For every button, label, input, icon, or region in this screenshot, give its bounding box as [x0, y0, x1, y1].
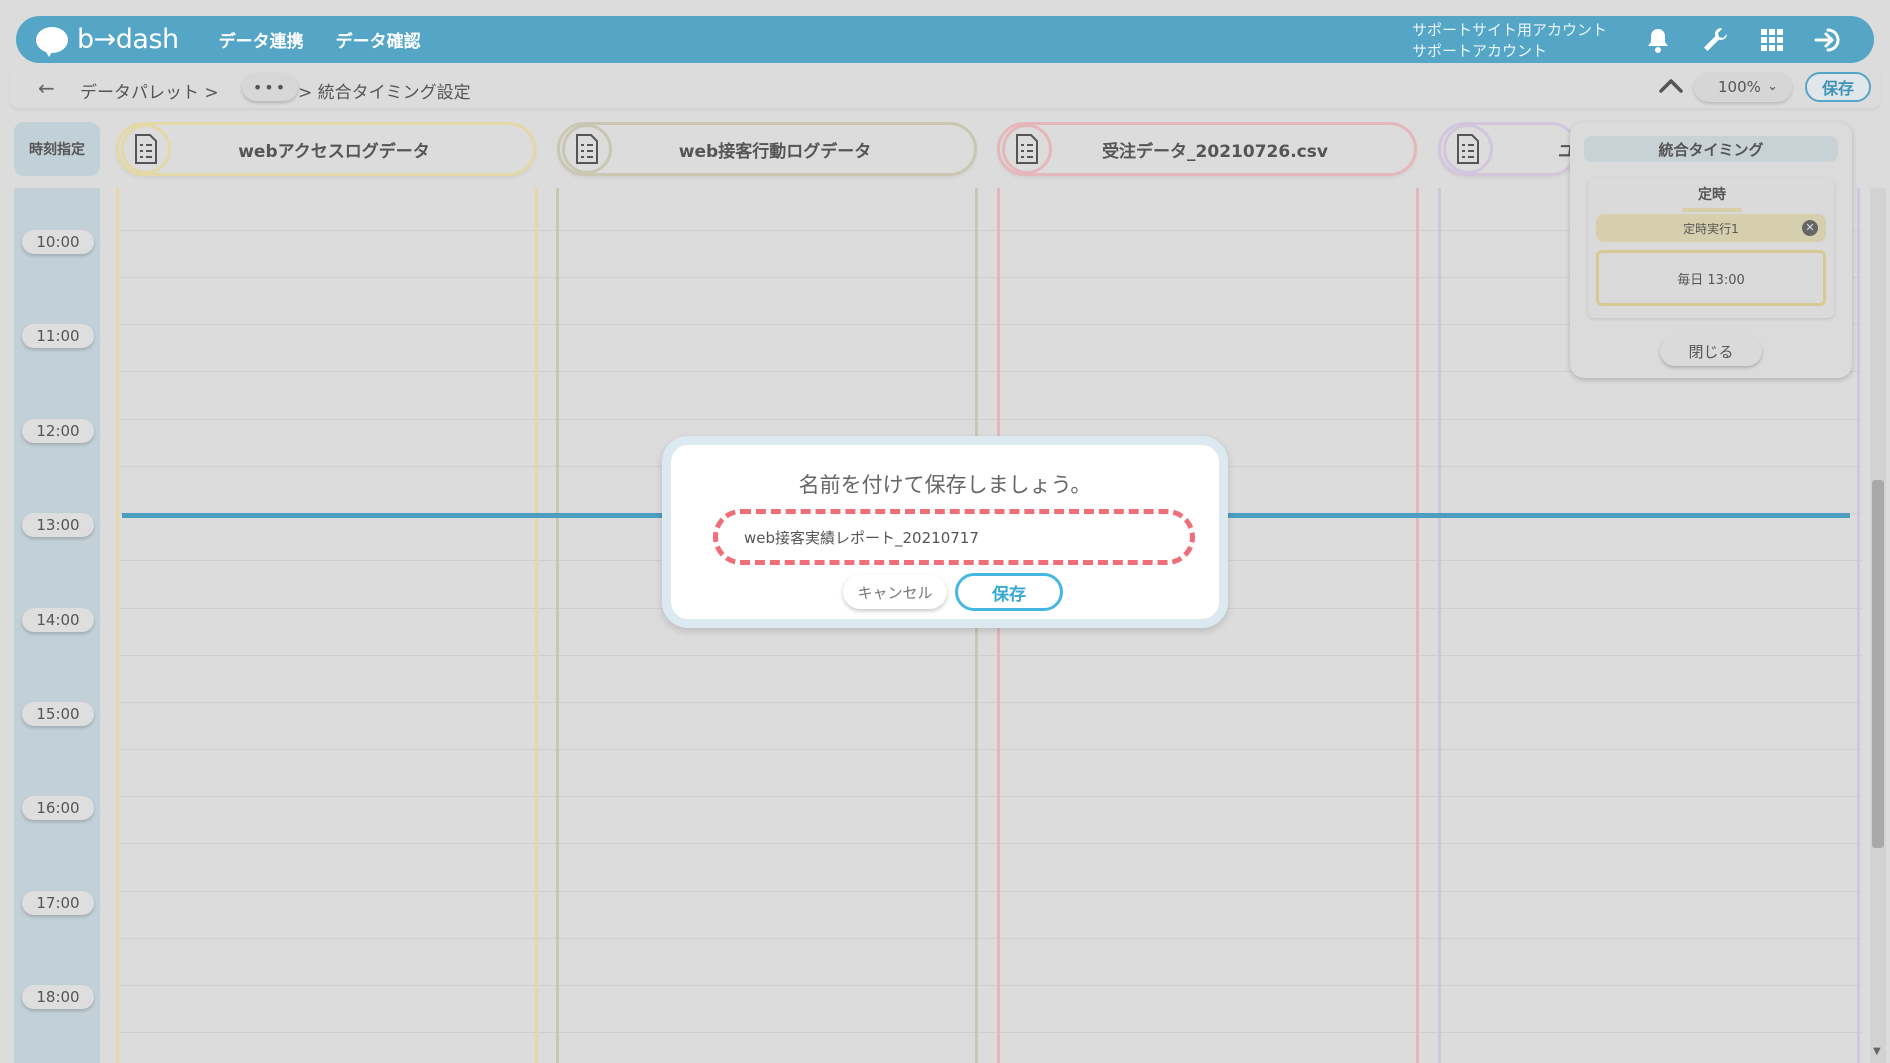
nav-data-check[interactable]: データ確認 [336, 27, 421, 52]
breadcrumb-more-button[interactable]: ••• [242, 73, 298, 101]
top-header-bar: b→dash データ連携 データ確認 サポートサイト用アカウント サポートアカウ… [16, 16, 1874, 63]
zoom-select[interactable]: 100% ⌄ [1694, 72, 1792, 102]
document-icon [121, 124, 171, 174]
time-label: 17:00 [22, 891, 94, 915]
schedule-card: 定時 定時実行1 ✕ 毎日 13:00 [1588, 178, 1834, 318]
time-label: 14:00 [22, 608, 94, 632]
breadcrumb-current-page: > 統合タイミング設定 [298, 83, 471, 103]
breadcrumb-toolbar: ← データパレット > ••• > 統合タイミング設定 100% ⌄ 保存 [10, 68, 1880, 108]
account-line-2: サポートアカウント [1412, 42, 1548, 60]
toolbar-save-button[interactable]: 保存 [1805, 72, 1871, 102]
source-label: 受注データ_20210726.csv [1102, 141, 1328, 162]
dialog-title: 名前を付けて保存しましょう。 [798, 473, 1092, 497]
time-label: 16:00 [22, 796, 94, 820]
apps-grid-icon[interactable] [1756, 24, 1788, 56]
scroll-down-arrow-icon[interactable]: ▼ [1873, 1046, 1881, 1057]
bdash-logo[interactable]: b→dash [34, 24, 179, 57]
source-label: web接客行動ログデータ [678, 141, 872, 162]
panel-title: 統合タイミング [1584, 136, 1838, 162]
source-label: ユ [1558, 141, 1575, 162]
breadcrumb-data-palette[interactable]: データパレット > [80, 78, 219, 103]
integration-timing-panel: 統合タイミング 定時 定時実行1 ✕ 毎日 13:00 閉じる [1570, 122, 1852, 378]
back-arrow-icon[interactable]: ← [38, 76, 55, 100]
logo-bubble-icon [34, 25, 72, 57]
time-label: 10:00 [22, 230, 94, 254]
close-icon[interactable]: ✕ [1802, 220, 1818, 236]
time-column: 10:00 11:00 12:00 13:00 14:00 15:00 16:0… [14, 188, 100, 1063]
scrollbar-thumb[interactable] [1872, 480, 1884, 848]
document-icon [562, 124, 612, 174]
source-header-4[interactable]: ユ [1438, 122, 1578, 176]
schedule-time[interactable]: 毎日 13:00 [1596, 250, 1826, 306]
chevron-down-icon: ⌄ [1767, 79, 1778, 94]
source-header-web-action-log[interactable]: web接客行動ログデータ [557, 122, 977, 176]
chevron-up-icon[interactable] [1658, 76, 1684, 96]
document-icon [1002, 124, 1052, 174]
time-label: 11:00 [22, 324, 94, 348]
time-label: 18:00 [22, 985, 94, 1009]
time-specify-header: 時刻指定 [14, 122, 100, 176]
wrench-icon[interactable] [1699, 24, 1731, 56]
name-input[interactable] [726, 522, 1180, 552]
logo-text: b→dash [77, 24, 179, 55]
tab-scheduled[interactable]: 定時 [1682, 184, 1742, 212]
name-input-highlight [713, 509, 1195, 565]
document-icon [1443, 124, 1493, 174]
account-line-1: サポートサイト用アカウント [1412, 21, 1608, 39]
nav-data-integration[interactable]: データ連携 [219, 27, 304, 52]
scheduled-run-label: 定時実行1 [1683, 221, 1739, 236]
source-header-web-access-log[interactable]: webアクセスログデータ [116, 122, 536, 176]
logout-icon[interactable] [1814, 24, 1846, 56]
zoom-value: 100% [1718, 78, 1761, 96]
source-header-order-data[interactable]: 受注データ_20210726.csv [997, 122, 1417, 176]
panel-close-button[interactable]: 閉じる [1660, 336, 1762, 366]
cancel-button[interactable]: キャンセル [843, 575, 947, 609]
source-label: webアクセスログデータ [238, 141, 430, 162]
account-info[interactable]: サポートサイト用アカウント サポートアカウント [1412, 20, 1607, 62]
time-label: 12:00 [22, 419, 94, 443]
scheduled-run-item[interactable]: 定時実行1 ✕ [1596, 214, 1826, 242]
save-button[interactable]: 保存 [955, 573, 1063, 611]
save-name-dialog: 名前を付けて保存しましょう。 キャンセル 保存 [662, 436, 1228, 628]
time-label: 15:00 [22, 702, 94, 726]
time-label: 13:00 [22, 513, 94, 537]
bell-icon[interactable] [1642, 24, 1674, 56]
